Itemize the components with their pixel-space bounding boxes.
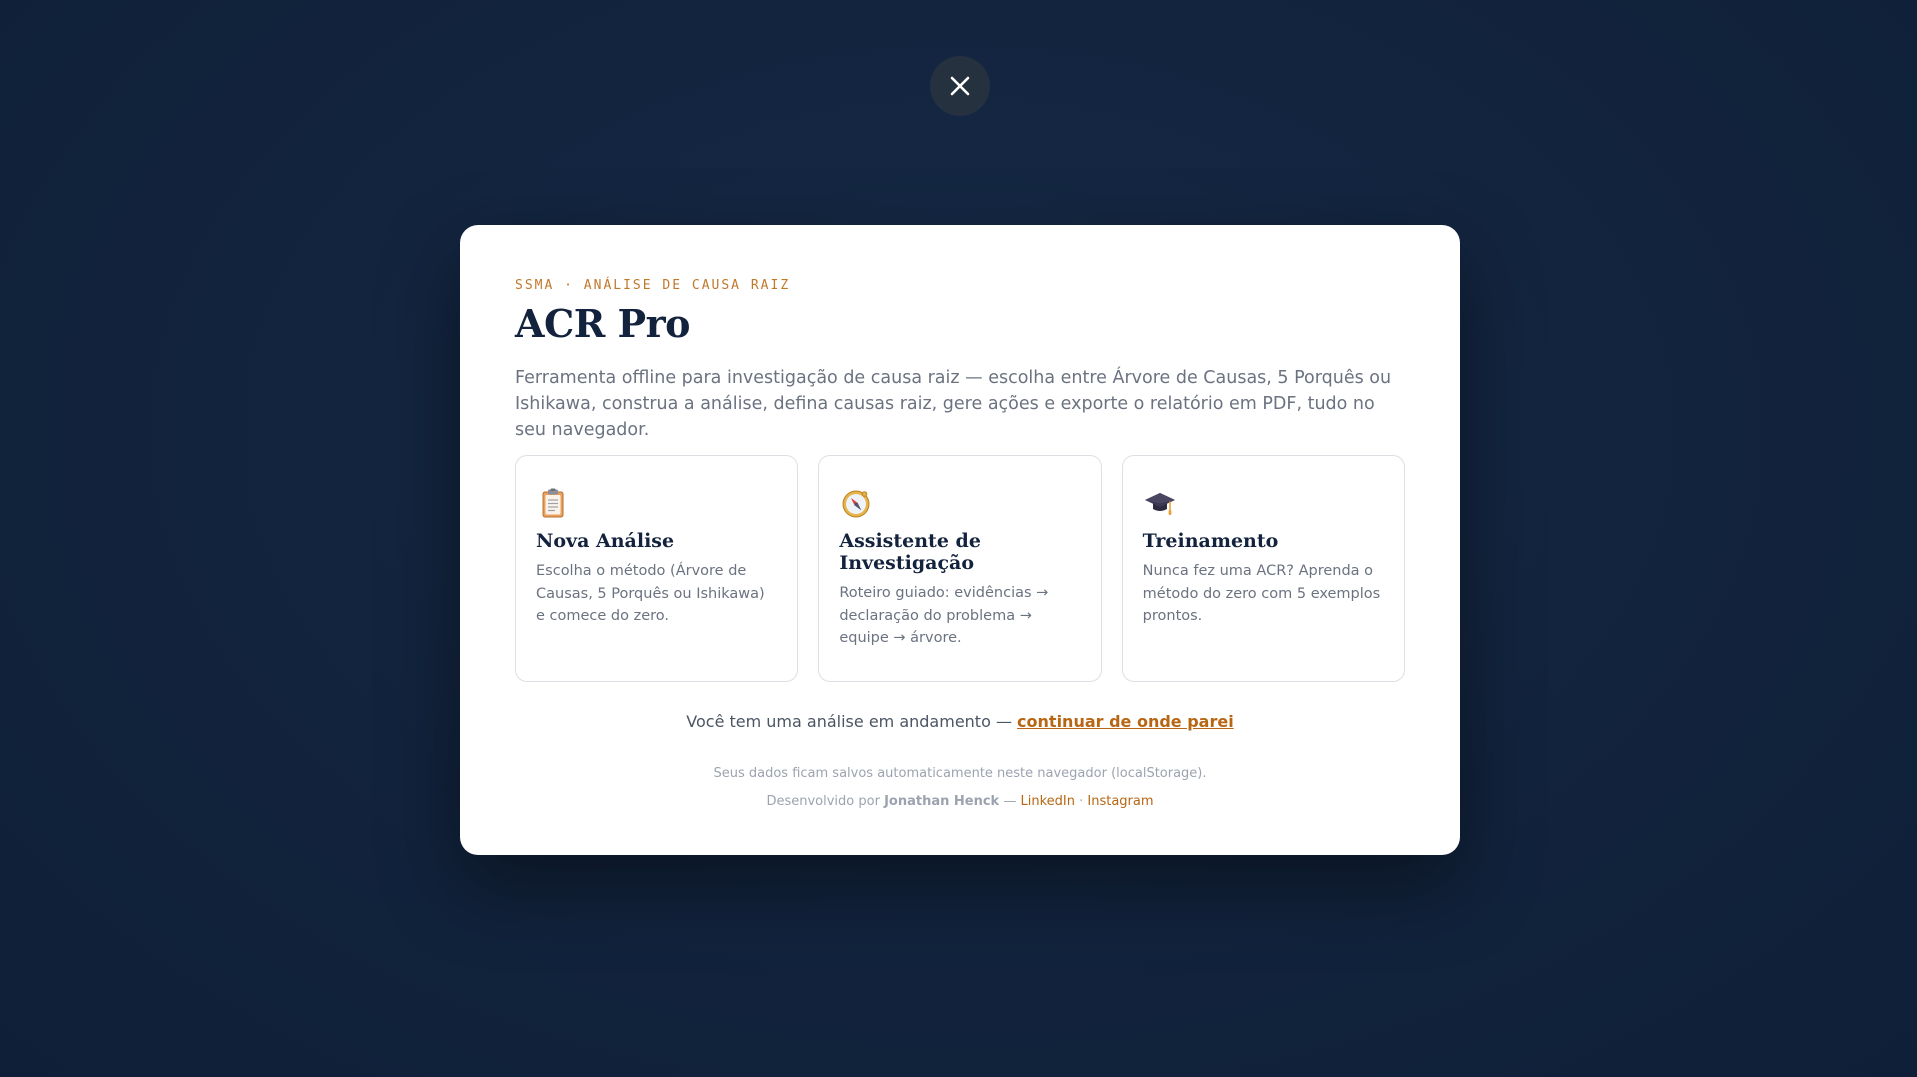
graduation-cap-icon — [1144, 493, 1175, 515]
compass-icon — [842, 490, 870, 518]
resume-link[interactable]: continuar de onde parei — [1017, 712, 1234, 731]
resume-text: Você tem uma análise em andamento — — [686, 712, 1012, 731]
storage-note: Seus dados ficam salvos automaticamente … — [713, 766, 1207, 781]
app-description: Ferramenta offline para investigação de … — [515, 368, 1392, 440]
eyebrow-label: SSMA · ANÁLISE DE CAUSA RAIZ — [515, 278, 791, 293]
clipboard-icon — [542, 488, 564, 518]
app-title: ACR Pro — [515, 301, 690, 346]
close-icon — [950, 76, 970, 96]
card-text: Nunca fez uma ACR? Aprenda o método do z… — [1142, 563, 1381, 624]
close-button[interactable] — [930, 56, 990, 116]
card-title: Nova Análise — [536, 530, 675, 552]
credits-dash: — — [1003, 794, 1017, 809]
card-text: Escolha o método (Árvore de Causas, 5 Po… — [536, 563, 765, 624]
card-title: Treinamento — [1142, 530, 1279, 552]
card-text: Roteiro guiado: evidências → declaração … — [839, 585, 1049, 646]
option-cards: Nova Análise Escolha o método (Árvore de… — [515, 455, 1405, 682]
card-training[interactable]: Treinamento Nunca fez uma ACR? Aprenda o… — [1121, 455, 1405, 682]
card-new-analysis[interactable]: Nova Análise Escolha o método (Árvore de… — [515, 455, 799, 682]
card-investigation-assistant[interactable]: Assistente de Investigação Roteiro guiad… — [818, 455, 1102, 682]
linkedin-link[interactable]: LinkedIn — [1020, 794, 1074, 809]
author-name: Jonathan Henck — [884, 794, 1000, 809]
card-title: Assistente de Investigação — [839, 530, 981, 574]
welcome-modal: SSMA · ANÁLISE DE CAUSA RAIZ ACR Pro Fer… — [460, 225, 1460, 855]
credits-separator: · — [1079, 794, 1084, 809]
credits: Desenvolvido por Jonathan Henck — Linked… — [515, 794, 1405, 809]
developed-by-label: Desenvolvido por — [766, 794, 880, 809]
instagram-link[interactable]: Instagram — [1087, 794, 1153, 809]
resume-notice: Você tem uma análise em andamento — cont… — [515, 712, 1405, 731]
